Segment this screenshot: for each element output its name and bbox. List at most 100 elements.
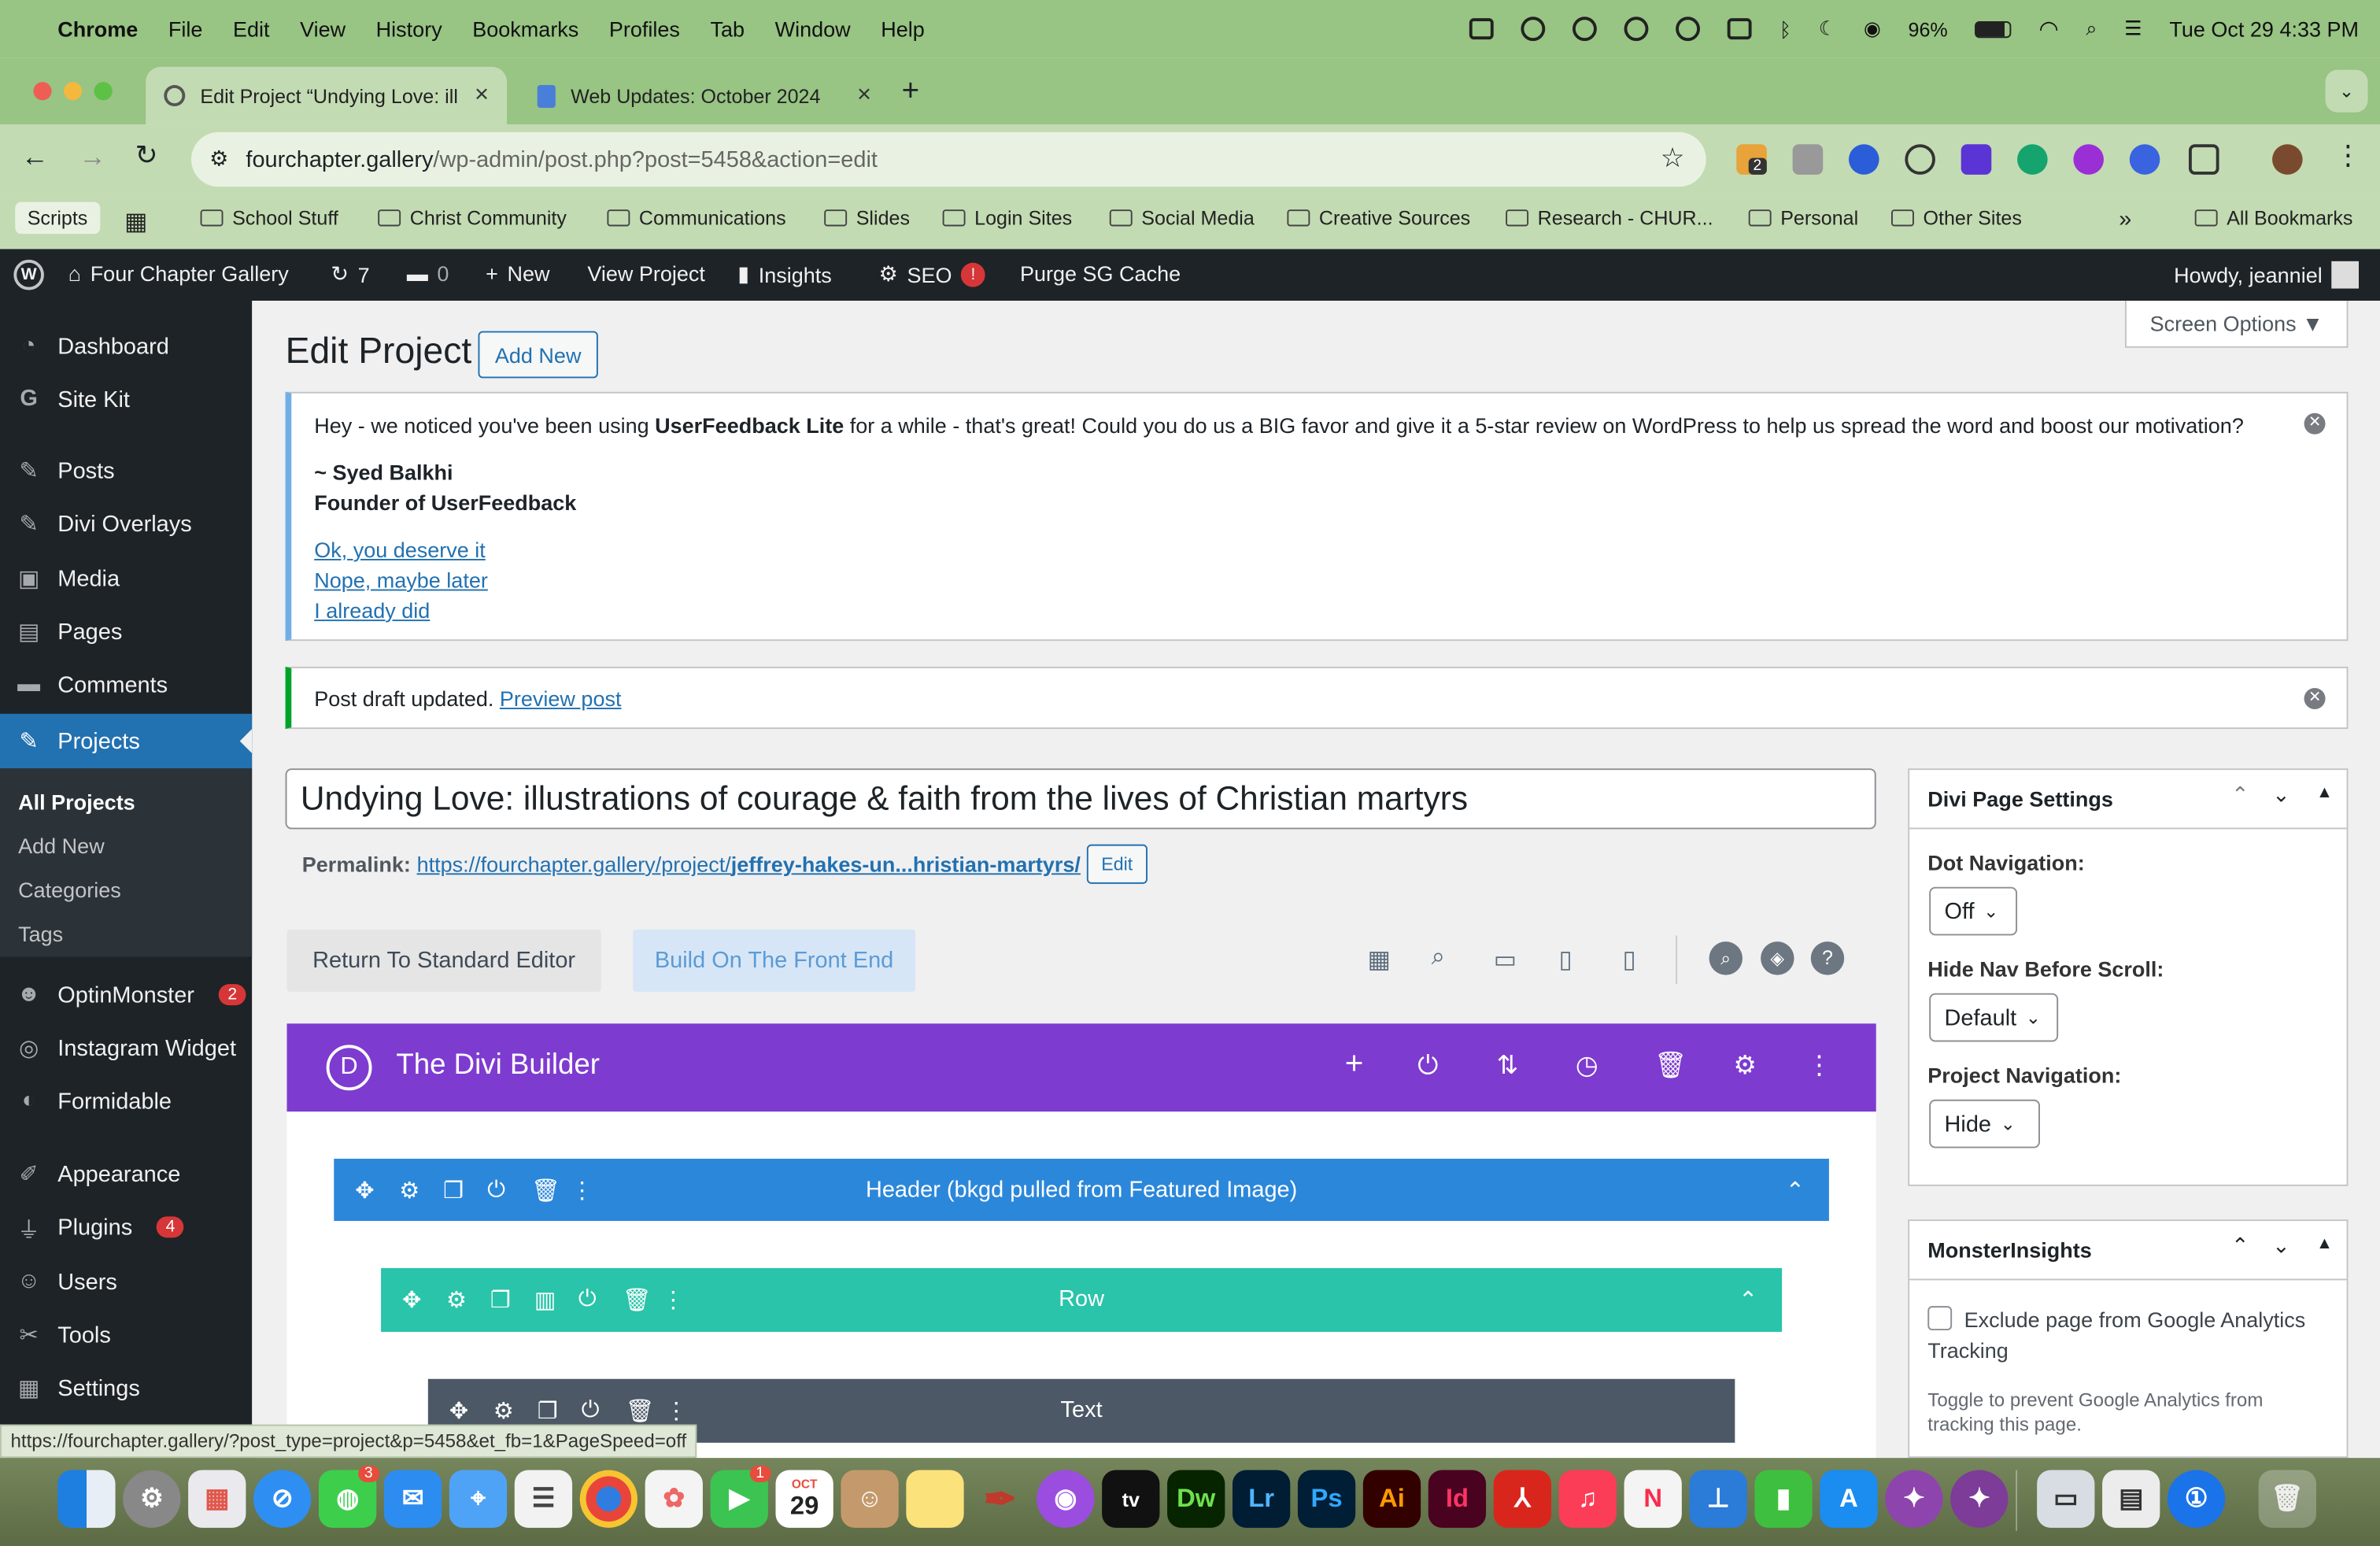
- bookmark-folder[interactable]: Creative Sources: [1287, 206, 1470, 229]
- launchpad-icon[interactable]: ▦: [188, 1470, 246, 1528]
- lightroom-icon[interactable]: Lr: [1232, 1470, 1291, 1528]
- trash-icon[interactable]: 🗑: [1654, 1051, 1687, 1082]
- project-navigation-select[interactable]: Hide ⌄: [1929, 1099, 2040, 1148]
- search-icon[interactable]: ⌕: [2086, 17, 2097, 41]
- forward-icon[interactable]: →: [79, 141, 106, 173]
- close-window-icon[interactable]: [33, 82, 52, 101]
- grammarly-icon[interactable]: [1624, 17, 1650, 42]
- cloud-icon[interactable]: [1521, 17, 1546, 42]
- wifi-icon[interactable]: ◠: [2038, 15, 2058, 43]
- minimize-window-icon[interactable]: [63, 82, 83, 101]
- dreamweaver-icon[interactable]: Dw: [1167, 1470, 1225, 1528]
- bookmark-folder[interactable]: Slides: [824, 206, 910, 229]
- sidebar-item-media[interactable]: ▣ Media: [0, 553, 252, 605]
- zoom-icon[interactable]: ⌕: [1432, 945, 1445, 972]
- bookmark-all[interactable]: All Bookmarks: [2194, 206, 2352, 229]
- submenu-categories[interactable]: Categories: [18, 878, 121, 902]
- collapse-icon[interactable]: ⌃: [1739, 1286, 1757, 1314]
- tab-inactive[interactable]: Web Updates: October 2024 ×: [519, 67, 890, 124]
- zoom-window-icon[interactable]: [94, 82, 113, 101]
- bookmark-folder[interactable]: Login Sites: [942, 206, 1072, 229]
- chrome-menu-icon[interactable]: ⋮: [2334, 139, 2362, 172]
- cursor-app-icon[interactable]: ✦: [1885, 1470, 1943, 1528]
- account-menu[interactable]: Howdy, jeanniel: [2174, 261, 2359, 289]
- color-extension-icon[interactable]: [2073, 144, 2104, 175]
- photoshop-icon[interactable]: Ps: [1297, 1470, 1356, 1528]
- business-app-icon[interactable]: ✦: [1950, 1470, 2009, 1528]
- layout-icon[interactable]: ▦: [1368, 945, 1391, 975]
- battery-icon[interactable]: [1975, 20, 2012, 38]
- toggle-panel-icon[interactable]: ▲: [2316, 784, 2333, 802]
- trash-icon[interactable]: 🗑: [2258, 1470, 2316, 1528]
- move-down-icon[interactable]: ⌄: [2272, 1233, 2290, 1259]
- bookmark-folder[interactable]: School Stuff: [200, 206, 338, 229]
- bookmark-folder[interactable]: Other Sites: [1890, 206, 2022, 229]
- sidebar-item-settings[interactable]: ▦ Settings: [0, 1363, 252, 1415]
- menu-help[interactable]: Help: [881, 17, 925, 41]
- news-icon[interactable]: N: [1624, 1470, 1682, 1528]
- tab-search-icon[interactable]: ⌄: [2325, 69, 2368, 113]
- desktop-icon[interactable]: ▭: [1494, 945, 1517, 975]
- menu-bookmarks[interactable]: Bookmarks: [472, 17, 578, 41]
- divi-section[interactable]: ✥ ⚙ ❐ ⏻ 🗑 ⋮ Header (bkgd pulled from Fea…: [334, 1159, 1829, 1222]
- v-extension-icon[interactable]: [1961, 144, 1992, 175]
- more-bookmarks-icon[interactable]: »: [2119, 206, 2131, 232]
- post-title-input[interactable]: [285, 768, 1876, 830]
- keynote-icon[interactable]: ⊥: [1689, 1470, 1747, 1528]
- bookmark-folder[interactable]: Social Media: [1109, 206, 1255, 229]
- apps-grid-icon[interactable]: ▦: [124, 206, 147, 237]
- zoom-extension-icon[interactable]: [2129, 144, 2160, 175]
- sort-icon[interactable]: ⇅: [1497, 1051, 1518, 1082]
- menu-window[interactable]: Window: [775, 17, 851, 41]
- add-new-button[interactable]: Add New: [478, 331, 598, 379]
- music-icon[interactable]: ♫: [1558, 1470, 1617, 1528]
- podcasts-icon[interactable]: ◉: [1037, 1470, 1095, 1528]
- history-icon[interactable]: ◷: [1576, 1051, 1598, 1082]
- comments-link[interactable]: ▬ 0: [407, 261, 449, 286]
- bookmark-scripts[interactable]: Scripts: [15, 202, 100, 235]
- sidebar-item-posts[interactable]: ✎ Posts: [0, 445, 252, 497]
- sidebar-item-comments[interactable]: ▬ Comments: [0, 659, 252, 711]
- sidebar-item-tools[interactable]: ✂ Tools: [0, 1309, 252, 1361]
- dismiss-icon[interactable]: ✕: [2304, 687, 2326, 709]
- sidebar-item-instagram[interactable]: ◎ Instagram Widget: [0, 1022, 252, 1074]
- phone-icon[interactable]: ▯: [1623, 945, 1636, 975]
- view-project-link[interactable]: View Project: [587, 261, 705, 286]
- hide-nav-select[interactable]: Default ⌄: [1929, 993, 2059, 1042]
- edit-permalink-button[interactable]: Edit: [1086, 844, 1148, 884]
- notes-icon[interactable]: [906, 1470, 964, 1528]
- review-yes-link[interactable]: Ok, you deserve it: [314, 538, 486, 562]
- control-center-icon[interactable]: ☰: [2124, 17, 2142, 41]
- bookmark-folder[interactable]: Personal: [1748, 206, 1858, 229]
- dismiss-icon[interactable]: ✕: [2304, 412, 2326, 435]
- sidebar-item-projects[interactable]: ✎ Projects: [0, 713, 253, 769]
- apple-tv-icon[interactable]: tv: [1102, 1470, 1160, 1528]
- puzzle-extension-icon[interactable]: [2188, 144, 2219, 175]
- reload-icon[interactable]: ↻: [135, 139, 158, 172]
- sidebar-item-plugins[interactable]: ⏚ Plugins 4: [0, 1201, 252, 1253]
- move-up-icon[interactable]: ⌃: [2231, 782, 2249, 808]
- toggle-panel-icon[interactable]: ▲: [2316, 1234, 2333, 1252]
- move-down-icon[interactable]: ⌄: [2272, 782, 2290, 808]
- close-tab-icon[interactable]: ×: [475, 82, 489, 109]
- menu-edit[interactable]: Edit: [233, 17, 270, 41]
- menu-app[interactable]: Chrome: [57, 17, 138, 41]
- exclude-tracking-label[interactable]: Exclude page from Google Analytics Track…: [1927, 1304, 2328, 1365]
- 1password-icon[interactable]: ①: [2167, 1470, 2226, 1528]
- sidebar-item-pages[interactable]: ▤ Pages: [0, 606, 252, 658]
- new-tab-icon[interactable]: +: [902, 75, 920, 109]
- new-content-link[interactable]: + New: [486, 261, 549, 286]
- preview-post-link[interactable]: Preview post: [500, 686, 622, 711]
- review-later-link[interactable]: Nope, maybe later: [314, 568, 488, 593]
- camera-extension-icon[interactable]: [1792, 144, 1824, 175]
- contacts-icon[interactable]: ☺: [841, 1470, 899, 1528]
- menu-view[interactable]: View: [300, 17, 346, 41]
- grammarly-extension-icon[interactable]: [2017, 144, 2048, 175]
- maps-icon[interactable]: ⌖: [449, 1470, 508, 1528]
- sidebar-item-divi-overlays[interactable]: ✎ Divi Overlays: [0, 498, 252, 550]
- build-front-end-button[interactable]: Build On The Front End: [633, 929, 915, 992]
- pen-tool-icon[interactable]: ✒: [971, 1470, 1029, 1528]
- lighthouse-extension-icon[interactable]: [1905, 144, 1935, 175]
- calendar-icon[interactable]: OCT 29: [775, 1470, 833, 1528]
- bookmark-folder[interactable]: Communications: [607, 206, 786, 229]
